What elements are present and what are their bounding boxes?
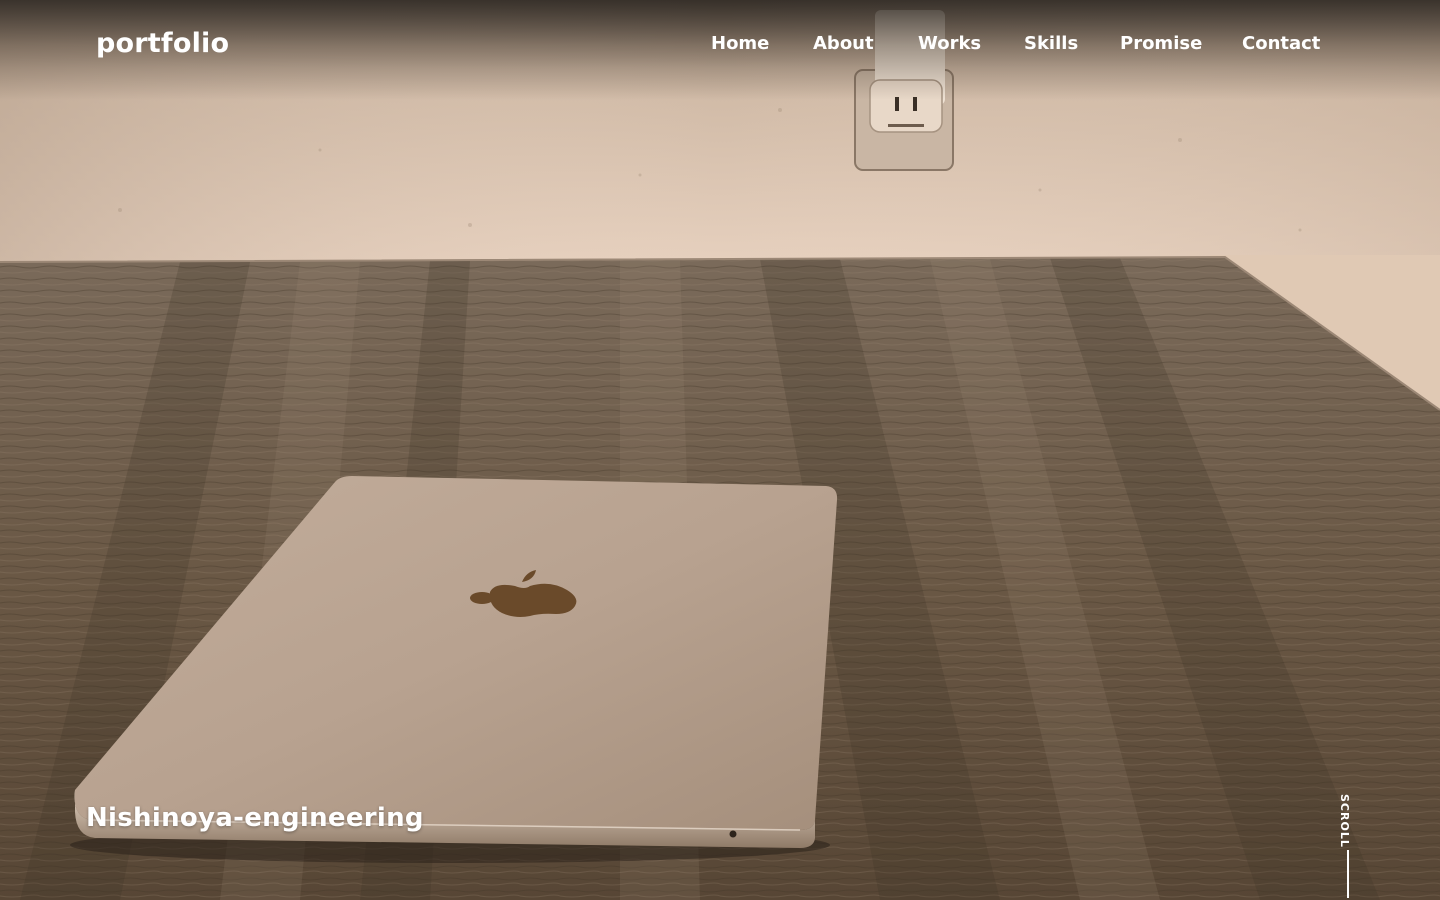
nav-item-contact[interactable]: Contact (1242, 33, 1320, 54)
nav-item-promise[interactable]: Promise (1120, 33, 1202, 54)
site-header: portfolio Home About Works Skills Promis… (0, 0, 1440, 100)
hero-background-photo (0, 0, 1440, 900)
scroll-line (1347, 850, 1349, 898)
hero-section: portfolio Home About Works Skills Promis… (0, 0, 1440, 900)
main-nav: Home About Works Skills Promise Contact (0, 33, 1440, 63)
scroll-indicator[interactable]: SCROLL (1332, 790, 1362, 900)
nav-item-works[interactable]: Works (918, 33, 981, 54)
nav-item-skills[interactable]: Skills (1024, 33, 1078, 54)
scroll-label: SCROLL (1338, 794, 1351, 848)
nav-item-home[interactable]: Home (711, 33, 769, 54)
nav-item-about[interactable]: About (813, 33, 874, 54)
hero-title: Nishinoya-engineering (86, 803, 424, 833)
